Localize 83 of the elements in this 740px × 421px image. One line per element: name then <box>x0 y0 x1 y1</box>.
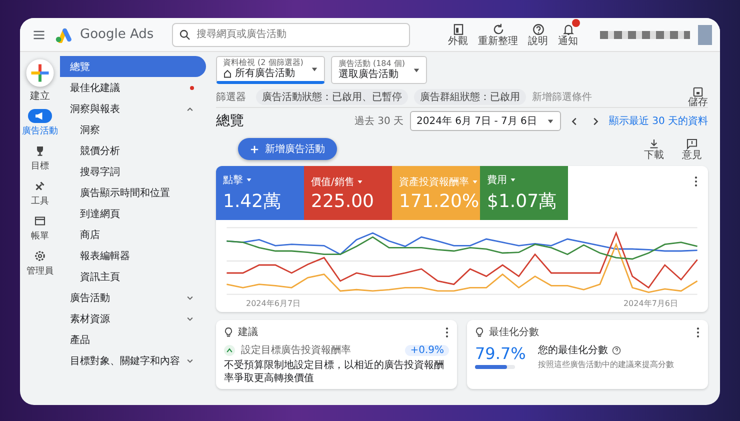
logo-icon <box>54 26 72 42</box>
rail-item[interactable]: 目標 <box>28 144 52 173</box>
chevron-right-icon <box>590 116 600 126</box>
settings-icon <box>34 250 46 262</box>
filter-chip[interactable]: 廣告活動狀態：已啟用、已暫停 <box>256 88 408 104</box>
save-button[interactable]: 儲存 <box>688 86 708 108</box>
recent-data-link[interactable]: 顯示最近 30 天的資料 <box>608 114 708 128</box>
new-campaign-button[interactable]: 新增廣告活動 <box>238 138 337 160</box>
caret-icon <box>510 177 516 183</box>
score-subtitle: 按照這些廣告活動中的建議來提高分數 <box>538 359 674 370</box>
optimization-score: 79.7% <box>475 344 526 363</box>
nav-item[interactable]: 洞察與報表 <box>60 98 206 119</box>
create-button[interactable]: 建立 <box>25 58 55 103</box>
page-title: 總覽 <box>216 112 244 130</box>
help-icon[interactable] <box>612 346 621 354</box>
axis-label: 2024年7月6日 <box>623 298 678 309</box>
caret-icon <box>413 66 420 74</box>
axis-label: 2024年6月7日 <box>246 298 301 309</box>
caret-icon <box>546 118 554 124</box>
refresh-icon <box>492 22 504 36</box>
date-range-dropdown[interactable]: 2024年 6月 7日 - 7月 6日 <box>410 111 561 131</box>
download-icon <box>648 138 660 150</box>
rail-item[interactable]: 管理員 <box>25 249 55 278</box>
card-title: 建議 <box>238 326 258 339</box>
toolbar-button[interactable]: 說明 <box>528 22 548 46</box>
trophy-icon <box>34 145 46 157</box>
nav-item[interactable]: 素材資源 <box>60 308 206 329</box>
metric-tile[interactable]: 費用 $1.07萬 <box>480 166 568 220</box>
dropdown[interactable]: 廣告活動 (184 個) 選取廣告活動 <box>331 56 428 84</box>
toolbar-button[interactable]: 意見 <box>682 138 702 160</box>
rail-item[interactable]: 帳單 <box>28 214 52 243</box>
metric-tile[interactable]: 價值/銷售 225.00 <box>304 166 392 220</box>
nav-item[interactable]: 產品 <box>60 329 206 350</box>
recommendation-text: 不受預算限制地設定目標，以相近的廣告投資報酬率爭取更高轉換價值 <box>224 360 445 385</box>
more-icon[interactable] <box>694 176 698 187</box>
plus-icon <box>25 58 55 88</box>
score-heading: 您的最佳化分數 <box>538 344 608 357</box>
nav-subitem[interactable]: 資訊主頁 <box>60 266 206 287</box>
save-icon <box>692 86 704 98</box>
nav-item[interactable]: 總覽 <box>60 56 206 77</box>
caret-icon <box>472 178 478 184</box>
help-icon <box>532 22 544 36</box>
nav-subitem[interactable]: 到達網頁 <box>60 203 206 224</box>
date-preset: 過去 30 天 <box>354 114 404 128</box>
toolbar-button[interactable]: 重新整理 <box>478 22 518 46</box>
uplift-badge: +0.9% <box>405 344 449 356</box>
nav-subitem[interactable]: 廣告顯示時間和位置 <box>60 182 206 203</box>
more-icon[interactable] <box>445 326 449 338</box>
rail-item[interactable]: 工具 <box>28 179 52 208</box>
metric-tile[interactable]: 點擊 1.42萬 <box>216 166 304 220</box>
toolbar-button[interactable]: 下載 <box>644 138 664 160</box>
nav-item[interactable]: 目標對象、關鍵字和內容 <box>60 350 206 371</box>
lightbulb-icon <box>475 326 484 338</box>
plus-icon <box>250 144 259 154</box>
feedback-icon <box>686 138 698 150</box>
toolbar-button[interactable]: 通知 <box>558 22 578 46</box>
tools-icon <box>34 180 46 192</box>
card-title: 最佳化分數 <box>489 326 539 339</box>
card-icon <box>34 215 46 227</box>
caret-icon <box>311 66 318 72</box>
building-icon <box>452 22 464 36</box>
nav-subitem[interactable]: 商店 <box>60 224 206 245</box>
search-field[interactable]: 搜尋網頁或廣告活動 <box>172 22 410 46</box>
lightbulb-icon <box>224 326 233 338</box>
nav-subitem[interactable]: 報表編輯器 <box>60 245 206 266</box>
dropdown[interactable]: 資料檢視 (2 個篩選器) 所有廣告活動 <box>216 56 326 84</box>
chevron-left-icon <box>570 116 579 126</box>
product-name: Google Ads <box>80 27 154 42</box>
toolbar-button[interactable]: 外觀 <box>448 22 468 46</box>
caret-icon <box>246 177 252 183</box>
caret-icon <box>357 178 364 184</box>
nav-subitem[interactable]: 搜尋字詞 <box>60 161 206 182</box>
filter-label: 篩選器 <box>216 90 246 104</box>
nav-subitem[interactable]: 競價分析 <box>60 140 206 161</box>
home-icon <box>223 68 232 78</box>
more-icon[interactable] <box>696 326 700 338</box>
filter-chip[interactable]: 廣告群組狀態：已啟用 <box>414 88 526 104</box>
recommendation-title: 設定目標廣告投資報酬率 <box>241 344 351 357</box>
nav-item[interactable]: 廣告活動 <box>60 287 206 308</box>
rail-item[interactable]: 廣告活動 <box>20 109 60 138</box>
bell-icon <box>562 22 574 36</box>
nav-item[interactable]: 最佳化建議 <box>60 77 206 98</box>
nav-subitem[interactable]: 洞察 <box>60 119 206 140</box>
